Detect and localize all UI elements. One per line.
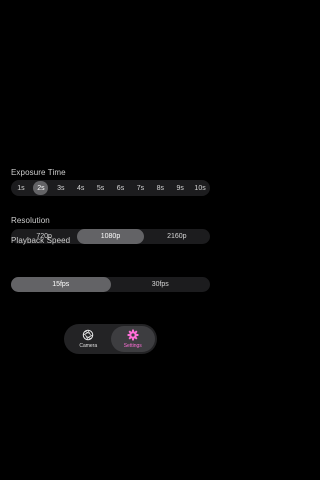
playback-speed-title: Playback Speed xyxy=(11,236,71,245)
exposure-option-5s[interactable]: 5s xyxy=(91,180,111,196)
exposure-option-6s[interactable]: 6s xyxy=(111,180,131,196)
playback-option-15fps[interactable]: 15fps xyxy=(11,277,111,292)
bottom-tab-bar: Camera Settings xyxy=(64,324,157,354)
resolution-option-1080p[interactable]: 1080p xyxy=(77,229,144,244)
resolution-option-2160p[interactable]: 2160p xyxy=(144,229,210,244)
tab-settings[interactable]: Settings xyxy=(110,326,155,352)
exposure-option-4s[interactable]: 4s xyxy=(71,180,91,196)
exposure-option-9s[interactable]: 9s xyxy=(170,180,190,196)
exposure-time-picker: 1s 2s 3s 4s 5s 6s 7s 8s 9s 10s xyxy=(11,180,210,196)
exposure-option-10s[interactable]: 10s xyxy=(190,180,210,196)
exposure-option-7s[interactable]: 7s xyxy=(130,180,150,196)
exposure-option-3s[interactable]: 3s xyxy=(51,180,71,196)
exposure-option-1s[interactable]: 1s xyxy=(11,180,31,196)
resolution-title: Resolution xyxy=(11,216,50,225)
aperture-icon xyxy=(83,329,94,341)
exposure-option-8s[interactable]: 8s xyxy=(150,180,170,196)
tab-camera[interactable]: Camera xyxy=(66,326,111,352)
playback-option-30fps[interactable]: 30fps xyxy=(111,277,211,292)
tab-settings-label: Settings xyxy=(123,343,142,349)
exposure-time-title: Exposure Time xyxy=(11,168,66,177)
playback-speed-picker: 15fps 30fps xyxy=(11,277,210,292)
gear-icon xyxy=(127,329,139,341)
exposure-option-2s[interactable]: 2s xyxy=(33,181,49,195)
tab-camera-label: Camera xyxy=(79,343,98,349)
